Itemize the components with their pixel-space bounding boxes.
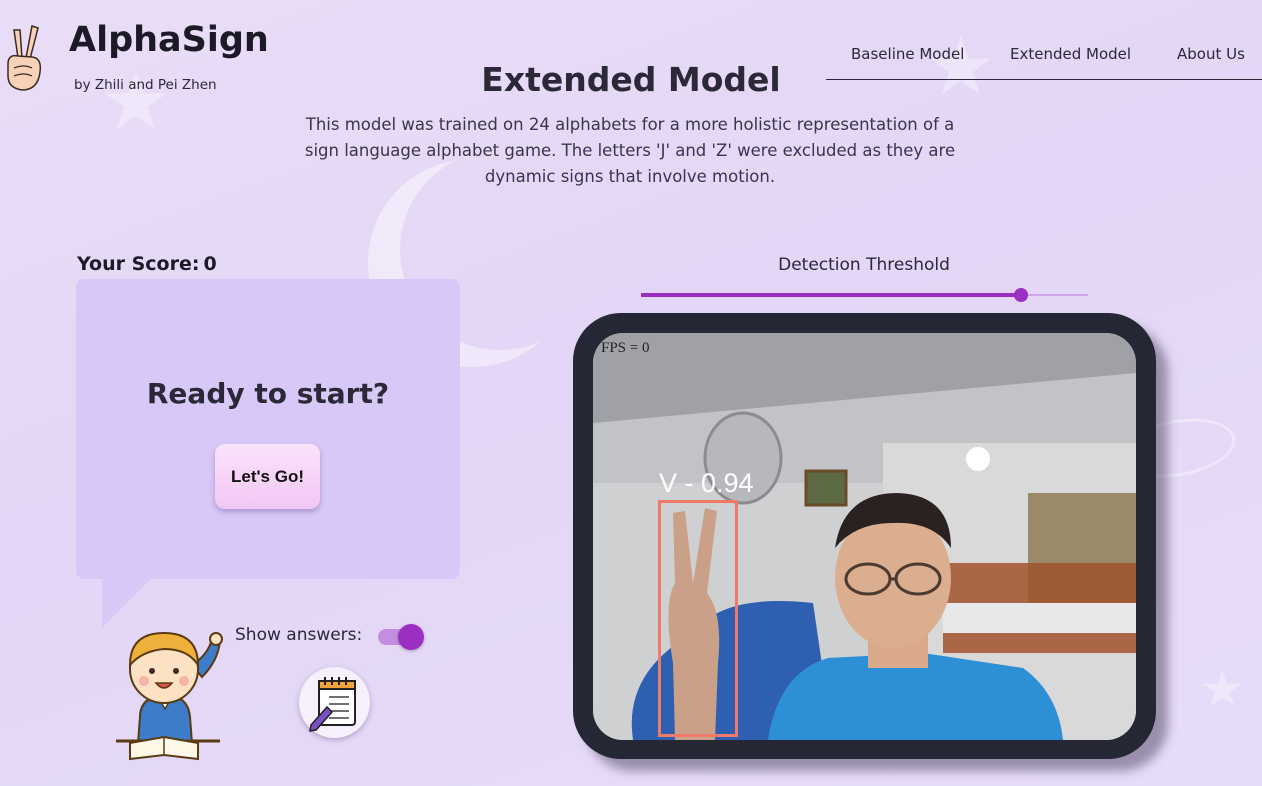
speech-bubble-tail	[102, 578, 152, 628]
student-illustration	[116, 631, 223, 761]
camera-feed: FPS = 0 V - 0.94	[593, 333, 1136, 740]
answers-sheet-button[interactable]	[299, 667, 370, 738]
slider-fill	[641, 293, 1021, 297]
threshold-label: Detection Threshold	[778, 255, 950, 275]
slider-thumb[interactable]	[1014, 288, 1028, 302]
detection-label: V - 0.94	[659, 468, 754, 498]
threshold-slider[interactable]	[641, 284, 1088, 306]
speech-bubble	[76, 279, 460, 579]
show-answers-label: Show answers:	[235, 625, 363, 645]
page-description: This model was trained on 24 alphabets f…	[304, 115, 956, 186]
start-prompt: Ready to start?	[146, 377, 390, 410]
page-title: Extended Model	[481, 60, 781, 99]
score-display: Your Score: 0	[77, 253, 217, 275]
notepad-icon	[309, 677, 356, 732]
show-answers-toggle[interactable]	[378, 624, 424, 650]
start-button[interactable]: Let's Go!	[215, 444, 320, 509]
detection-box	[658, 500, 738, 737]
brand-title: AlphaSign	[69, 20, 269, 60]
star-decoration: ★	[1200, 660, 1245, 718]
score-value: 0	[203, 253, 217, 275]
fps-counter: FPS = 0	[601, 340, 650, 356]
toggle-knob	[398, 624, 424, 650]
score-label: Your Score:	[77, 253, 200, 275]
